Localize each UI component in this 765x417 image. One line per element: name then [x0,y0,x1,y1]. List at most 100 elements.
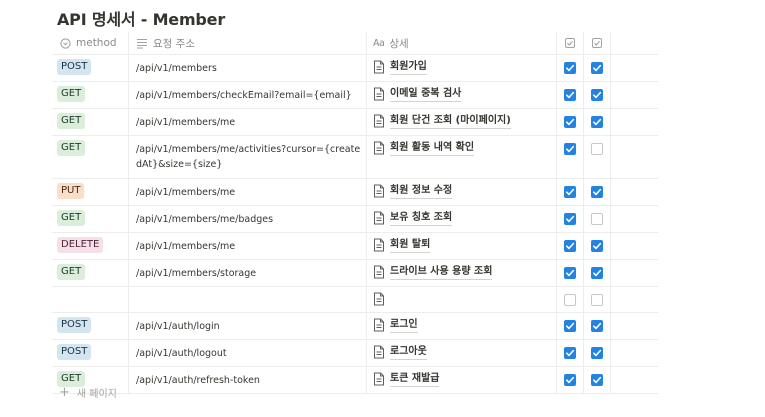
checkbox-cell-2[interactable] [584,260,611,286]
method-cell[interactable]: POST [52,340,129,366]
checkbox[interactable] [591,186,603,198]
desc-cell[interactable]: 회원 탈퇴 [367,233,557,259]
checkbox-cell-2[interactable] [584,367,611,393]
page-link[interactable]: 로그인 [373,318,418,333]
checkbox-cell-2[interactable] [584,179,611,205]
table-row[interactable]: GET/api/v1/members/me 회원 단건 조회 (마이페이지) [52,109,658,136]
checkbox-cell-1[interactable] [557,206,584,232]
url-cell[interactable]: /api/v1/members [129,55,367,81]
url-cell[interactable] [129,287,367,312]
column-header-url[interactable]: 요청 주소 [129,32,367,54]
checkbox-cell-2[interactable] [584,136,611,178]
checkbox[interactable] [564,116,576,128]
checkbox[interactable] [564,267,576,279]
desc-cell[interactable]: 토큰 재발급 [367,367,557,393]
checkbox-cell-1[interactable] [557,233,584,259]
checkbox[interactable] [591,347,603,359]
table-row[interactable]: PUT/api/v1/members/me 회원 정보 수정 [52,179,658,206]
page-link[interactable]: 이메일 중복 검사 [373,87,462,102]
desc-cell[interactable]: 이메일 중복 검사 [367,82,557,108]
page-link[interactable]: 로그아웃 [373,345,427,360]
url-cell[interactable]: /api/v1/members/checkEmail?email={email} [129,82,367,108]
checkbox-cell-1[interactable] [557,313,584,339]
checkbox-cell-2[interactable] [584,313,611,339]
desc-cell[interactable]: 로그아웃 [367,340,557,366]
desc-cell[interactable]: 회원 정보 수정 [367,179,557,205]
new-page-button[interactable]: + 새 페이지 [59,385,117,401]
checkbox-cell-2[interactable] [584,82,611,108]
checkbox[interactable] [591,116,603,128]
checkbox[interactable] [591,374,603,386]
desc-cell[interactable] [367,287,557,312]
checkbox[interactable] [591,143,603,155]
method-cell[interactable]: GET [52,260,129,286]
method-cell[interactable]: GET [52,109,129,135]
page-link[interactable] [373,292,385,306]
desc-cell[interactable]: 드라이브 사용 용량 조회 [367,260,557,286]
checkbox-cell-2[interactable] [584,287,611,312]
url-cell[interactable]: /api/v1/auth/logout [129,340,367,366]
desc-cell[interactable]: 회원 단건 조회 (마이페이지) [367,109,557,135]
page-link[interactable]: 회원 활동 내역 확인 [373,141,475,156]
checkbox[interactable] [564,213,576,225]
table-row[interactable]: POST/api/v1/members 회원가입 [52,55,658,82]
method-cell[interactable]: GET [52,206,129,232]
checkbox[interactable] [591,267,603,279]
page-link[interactable]: 회원 단건 조회 (마이페이지) [373,114,511,129]
table-row[interactable]: DELETE/api/v1/members/me 회원 탈퇴 [52,233,658,260]
checkbox-cell-2[interactable] [584,109,611,135]
checkbox[interactable] [564,374,576,386]
checkbox[interactable] [564,143,576,155]
method-cell[interactable]: DELETE [52,233,129,259]
column-header-check-1[interactable] [557,32,584,54]
method-cell[interactable]: POST [52,313,129,339]
column-header-desc[interactable]: Aa 상세 [367,32,557,54]
checkbox[interactable] [591,320,603,332]
checkbox-cell-1[interactable] [557,179,584,205]
column-header-method[interactable]: method [52,32,129,54]
table-row[interactable]: GET/api/v1/members/checkEmail?email={ema… [52,82,658,109]
page-link[interactable]: 회원 정보 수정 [373,184,453,199]
page-link[interactable]: 회원가입 [373,60,427,75]
checkbox-cell-1[interactable] [557,55,584,81]
url-cell[interactable]: /api/v1/auth/login [129,313,367,339]
checkbox-cell-1[interactable] [557,340,584,366]
checkbox-cell-2[interactable] [584,340,611,366]
table-row[interactable]: POST/api/v1/auth/login 로그인 [52,313,658,340]
checkbox-cell-2[interactable] [584,55,611,81]
checkbox[interactable] [591,89,603,101]
checkbox[interactable] [564,240,576,252]
checkbox-cell-1[interactable] [557,82,584,108]
table-row[interactable]: POST/api/v1/auth/logout 로그아웃 [52,340,658,367]
url-cell[interactable]: /api/v1/members/me [129,179,367,205]
checkbox[interactable] [591,240,603,252]
url-cell[interactable]: /api/v1/members/storage [129,260,367,286]
desc-cell[interactable]: 보유 칭호 조회 [367,206,557,232]
checkbox-cell-1[interactable] [557,367,584,393]
page-link[interactable]: 회원 탈퇴 [373,238,431,253]
desc-cell[interactable]: 회원 활동 내역 확인 [367,136,557,178]
page-link[interactable]: 보유 칭호 조회 [373,211,453,226]
checkbox-cell-1[interactable] [557,260,584,286]
checkbox[interactable] [564,347,576,359]
checkbox[interactable] [591,294,603,306]
checkbox-cell-1[interactable] [557,287,584,312]
checkbox[interactable] [591,62,603,74]
checkbox-cell-2[interactable] [584,233,611,259]
column-header-check-2[interactable] [584,32,611,54]
method-cell[interactable] [52,287,129,312]
page-link[interactable]: 토큰 재발급 [373,372,440,387]
checkbox-cell-2[interactable] [584,206,611,232]
checkbox[interactable] [564,294,576,306]
table-row[interactable]: GET/api/v1/members/me/activities?cursor=… [52,136,658,179]
checkbox[interactable] [564,89,576,101]
checkbox[interactable] [564,186,576,198]
table-row[interactable]: GET/api/v1/auth/refresh-token 토큰 재발급 [52,367,658,394]
method-cell[interactable]: GET [52,82,129,108]
desc-cell[interactable]: 회원가입 [367,55,557,81]
url-cell[interactable]: /api/v1/auth/refresh-token [129,367,367,393]
checkbox-cell-1[interactable] [557,136,584,178]
url-cell[interactable]: /api/v1/members/me [129,109,367,135]
desc-cell[interactable]: 로그인 [367,313,557,339]
checkbox[interactable] [564,62,576,74]
